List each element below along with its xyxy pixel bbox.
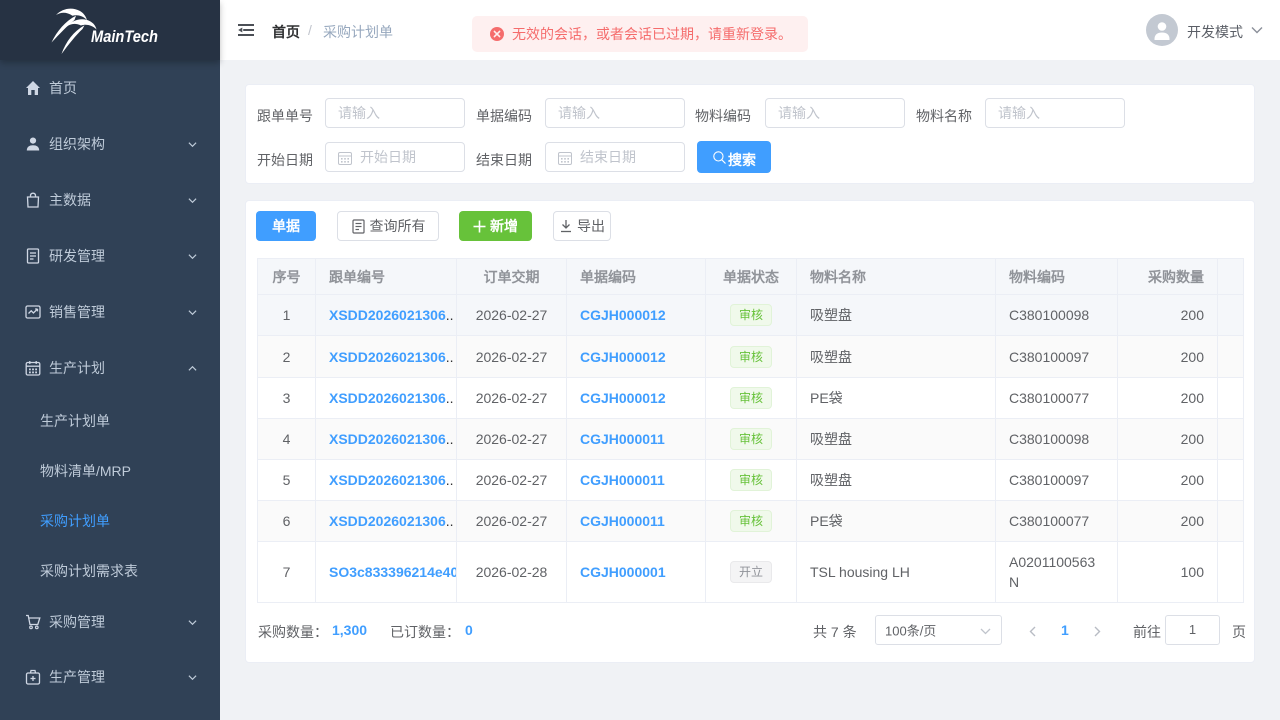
svg-text:MainTech: MainTech (91, 28, 158, 46)
